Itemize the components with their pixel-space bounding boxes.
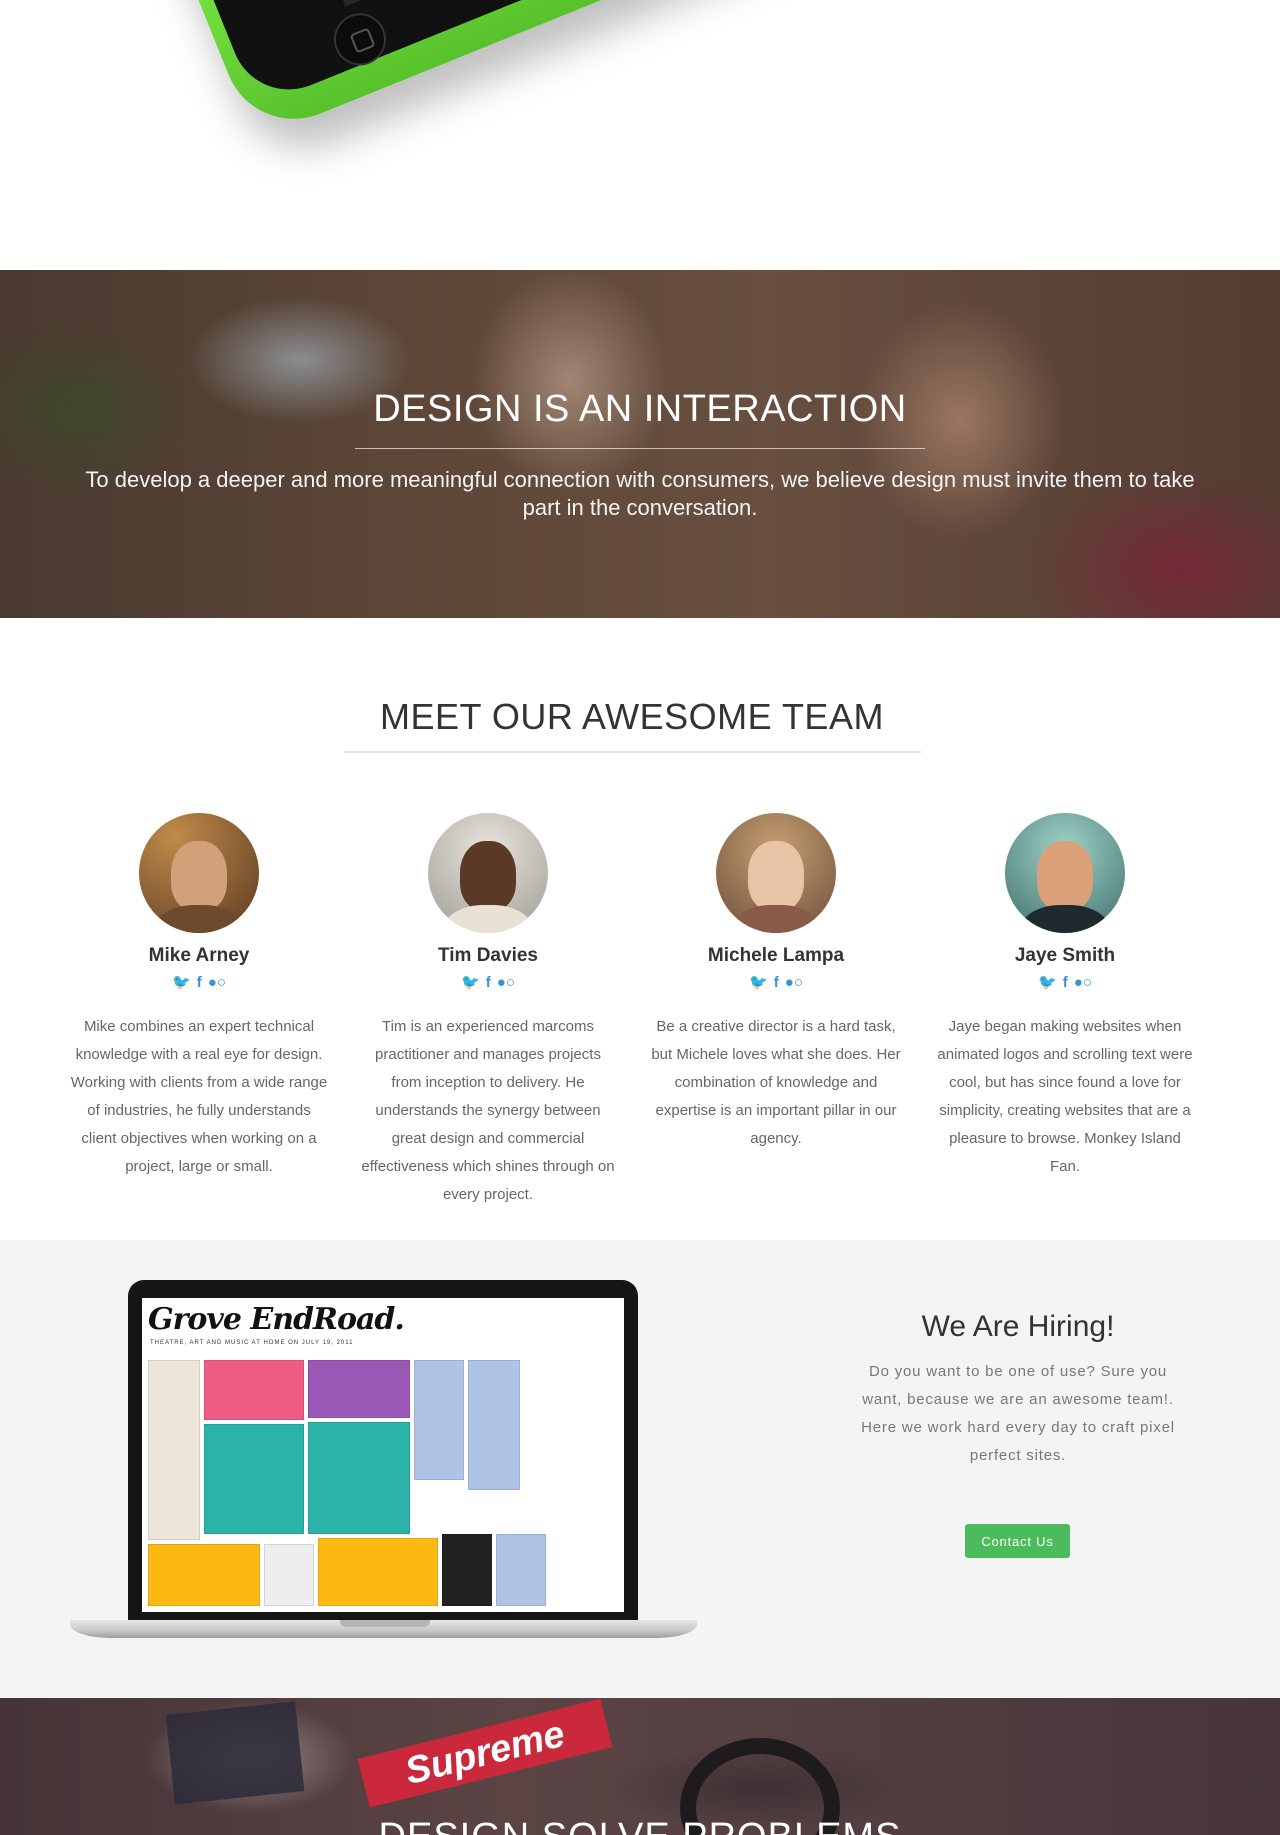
- avatar: [428, 813, 548, 933]
- site-tile: [148, 1544, 260, 1606]
- twitter-icon[interactable]: 🐦: [172, 973, 191, 993]
- team-section: MEET OUR AWESOME TEAM Mike Arney 🐦 f ●○ …: [0, 618, 1280, 1240]
- team-title: MEET OUR AWESOME TEAM: [380, 696, 884, 737]
- social-links: 🐦 f ●○: [643, 973, 909, 993]
- team-member: Mike Arney 🐦 f ●○ Mike combines an exper…: [66, 813, 332, 1181]
- team-member: Michele Lampa 🐦 f ●○ Be a creative direc…: [643, 813, 909, 1153]
- site-tile: [468, 1360, 520, 1490]
- laptop-lid: Grove EndRoad. THEATRE, ART AND MUSIC AT…: [128, 1280, 638, 1622]
- avatar: [1005, 813, 1125, 933]
- site-tile: [148, 1360, 200, 1540]
- facebook-icon[interactable]: f: [197, 973, 202, 993]
- avatar: [139, 813, 259, 933]
- site-tile: [308, 1422, 410, 1534]
- social-links: 🐦 f ●○: [355, 973, 621, 993]
- flickr-icon[interactable]: ●○: [785, 973, 803, 993]
- hiring-title: We Are Hiring!: [921, 1310, 1115, 1343]
- site-tile: [204, 1360, 304, 1420]
- problems-title: DESIGN SOLVE PROBLEMS: [0, 1816, 1280, 1835]
- twitter-icon[interactable]: 🐦: [749, 973, 768, 993]
- avatar-face: [748, 841, 804, 911]
- flickr-icon[interactable]: ●○: [1074, 973, 1092, 993]
- phone-hero: [0, 0, 1280, 270]
- phone-face: [148, 0, 825, 107]
- avatar-face: [1037, 841, 1093, 911]
- site-tile: [442, 1534, 492, 1606]
- avatar-face: [171, 841, 227, 911]
- flickr-icon[interactable]: ●○: [208, 973, 226, 993]
- divider: [355, 448, 925, 449]
- site-tile: [308, 1360, 410, 1418]
- supreme-sticker: Supreme: [357, 1698, 613, 1808]
- contact-us-button[interactable]: Contact Us: [965, 1524, 1070, 1558]
- avatar-body: [1019, 905, 1111, 933]
- site-tile: [318, 1538, 438, 1606]
- site-tile: [496, 1534, 546, 1606]
- avatar: [716, 813, 836, 933]
- team-member: Jaye Smith 🐦 f ●○ Jaye began making webs…: [932, 813, 1198, 1181]
- phone-screen: [270, 0, 735, 7]
- site-tile: [264, 1544, 314, 1606]
- avatar-body: [442, 905, 534, 933]
- interaction-title: DESIGN IS AN INTERACTION: [373, 388, 907, 430]
- site-tile: [204, 1424, 304, 1534]
- social-links: 🐦 f ●○: [66, 973, 332, 993]
- twitter-icon[interactable]: 🐦: [461, 973, 480, 993]
- site-tile: [414, 1360, 464, 1480]
- member-bio: Jaye began making websites when animated…: [937, 1018, 1193, 1175]
- home-button-icon: [326, 5, 394, 74]
- twitter-icon[interactable]: 🐦: [1038, 973, 1057, 993]
- avatar-body: [730, 905, 822, 933]
- interaction-banner: DESIGN IS AN INTERACTION To develop a de…: [0, 270, 1280, 618]
- laptop-screen: Grove EndRoad. THEATRE, ART AND MUSIC AT…: [142, 1298, 624, 1612]
- social-links: 🐦 f ●○: [932, 973, 1198, 993]
- hiring-text: Do you want to be one of use? Sure you w…: [861, 1363, 1175, 1464]
- hiring-section: Grove EndRoad. THEATRE, ART AND MUSIC AT…: [0, 1240, 1280, 1698]
- divider: [344, 751, 921, 753]
- member-name: Jaye Smith: [1014, 945, 1116, 966]
- avatar-body: [153, 905, 245, 933]
- facebook-icon[interactable]: f: [774, 973, 779, 993]
- facebook-icon[interactable]: f: [486, 973, 491, 993]
- member-name: Mike Arney: [148, 945, 250, 966]
- team-member: Tim Davies 🐦 f ●○ Tim is an experienced …: [355, 813, 621, 1209]
- member-bio: Be a creative director is a hard task, b…: [651, 1018, 901, 1147]
- site-subtitle: THEATRE, ART AND MUSIC AT HOME ON JULY 1…: [150, 1340, 354, 1346]
- interaction-text: To develop a deeper and more meaningful …: [85, 467, 1195, 520]
- site-logo: Grove EndRoad.: [148, 1302, 405, 1337]
- member-name: Tim Davies: [438, 945, 538, 966]
- laptop-notch: [340, 1620, 430, 1627]
- problems-banner: Supreme DESIGN SOLVE PROBLEMS: [0, 1698, 1280, 1835]
- flickr-icon[interactable]: ●○: [497, 973, 515, 993]
- avatar-face: [460, 841, 516, 911]
- sticker-image: [165, 1701, 305, 1805]
- member-bio: Tim is an experienced marcoms practition…: [361, 1018, 615, 1203]
- member-name: Michele Lampa: [707, 945, 845, 966]
- facebook-icon[interactable]: f: [1063, 973, 1068, 993]
- phone-mockup: [131, 0, 904, 140]
- member-bio: Mike combines an expert technical knowle…: [70, 1018, 328, 1175]
- laptop-mockup: Grove EndRoad. THEATRE, ART AND MUSIC AT…: [70, 1280, 697, 1650]
- phone-body: [131, 0, 849, 140]
